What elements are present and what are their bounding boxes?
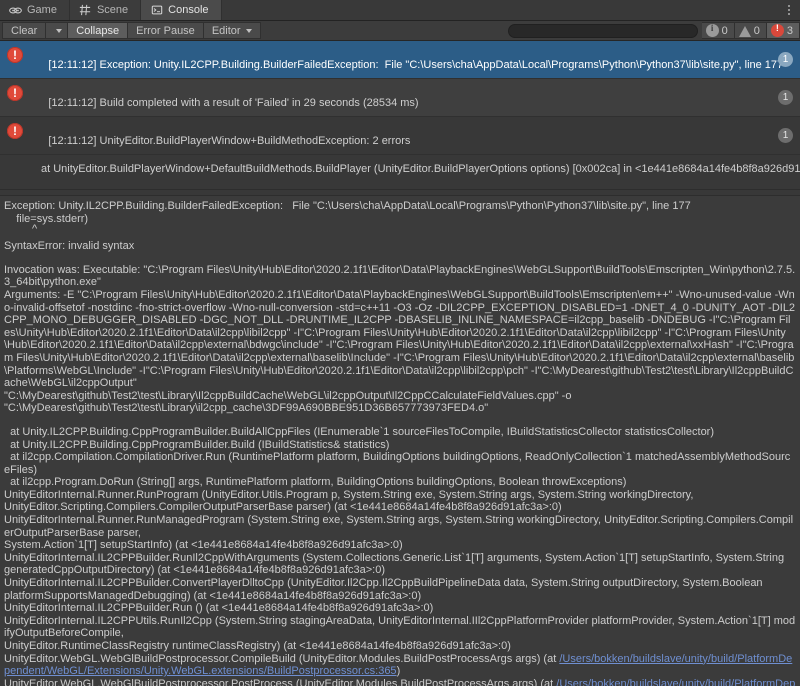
error-count-value: 3 [786,24,793,37]
info-count-toggle[interactable]: 0 [701,22,735,39]
window-menu-icon[interactable] [784,3,794,17]
log-entry-line1: [12:11:12] UnityEditor.BuildPlayerWindow… [48,135,411,147]
log-entry-line1: [12:11:12] Build completed with a result… [48,97,419,109]
collapse-toggle-label: Collapse [76,24,120,37]
error-icon [7,123,23,139]
clear-dropdown-button[interactable] [46,22,69,39]
tab-strip-filler [221,0,800,20]
log-detail-pane[interactable]: Exception: Unity.IL2CPP.Building.Builder… [0,196,800,686]
log-entry-line1: [12:11:12] Exception: Unity.IL2CPP.Build… [48,59,784,71]
editor-dropdown-label: Editor [211,24,241,37]
info-count-value: 0 [721,24,728,37]
detail-syntax-error: SyntaxError: invalid syntax [4,240,135,253]
detail-spacer-1 [4,233,796,240]
grid-icon [79,4,92,17]
warning-count-toggle[interactable]: 0 [734,22,767,39]
detail-stacktrace: at Unity.IL2CPP.Building.CppProgramBuild… [4,426,796,686]
clear-button-label: Clear [11,24,38,37]
tab-game[interactable]: Game [0,0,70,20]
search-input[interactable] [507,23,698,38]
tab-game-label: Game [27,4,57,16]
detail-spacer-3 [4,415,796,426]
detail-spacer-2 [4,253,796,264]
error-pause-toggle[interactable]: Error Pause [128,22,204,39]
log-entry-count-badge: 1 [778,90,793,105]
log-entry-text: [12:11:12] UnityEditor.BuildPlayerWindow… [30,120,800,189]
tab-console[interactable]: Console [141,0,222,20]
console-icon [150,4,163,17]
error-pause-toggle-label: Error Pause [136,24,195,37]
tab-console-label: Console [168,4,209,16]
log-entry-line2: at UnityEditor.BuildPlayerWindow+Default… [41,163,800,175]
collapse-toggle[interactable]: Collapse [68,22,129,39]
game-controller-icon [9,4,22,17]
log-icon-cell [0,120,30,139]
table-row[interactable]: [12:11:12] Exception: Unity.IL2CPP.Build… [0,41,800,99]
warning-count-value: 0 [753,24,760,37]
window-tab-strip: Game Scene Console [0,0,800,21]
log-icon-cell [0,82,30,101]
warning-icon [738,25,751,37]
tab-scene-label: Scene [96,4,129,16]
table-row[interactable]: [12:11:12] UnityEditor.BuildPlayerWindow… [0,117,800,175]
tab-scene[interactable]: Scene [69,0,142,20]
console-log-list[interactable]: [12:11:12] Exception: Unity.IL2CPP.Build… [0,41,800,189]
stacktrace-pre: at Unity.IL2CPP.Building.CppProgramBuild… [4,425,796,665]
error-icon [7,85,23,101]
chevron-down-icon [245,28,252,33]
info-icon [705,23,719,37]
log-entry-count-badge: 1 [778,128,793,143]
error-count-toggle[interactable]: 3 [766,22,800,39]
error-icon [770,23,784,37]
pane-splitter[interactable] [0,189,800,196]
log-entry-count-badge: 1 [778,52,793,67]
editor-dropdown-button[interactable]: Editor [203,22,261,39]
log-icon-cell [0,44,30,63]
error-icon [7,47,23,63]
detail-caret-marker: ^ [32,223,38,236]
detail-invocation: Invocation was: Executable: "C:\Program … [4,263,796,415]
clear-button[interactable]: Clear [2,22,47,39]
chevron-down-icon [56,28,63,33]
console-toolbar: Clear Collapse Error Pause Editor 0 0 3 [0,21,800,41]
detail-exception-header: Exception: Unity.IL2CPP.Building.Builder… [4,200,691,225]
table-row[interactable]: [12:11:12] Build completed with a result… [0,79,800,137]
